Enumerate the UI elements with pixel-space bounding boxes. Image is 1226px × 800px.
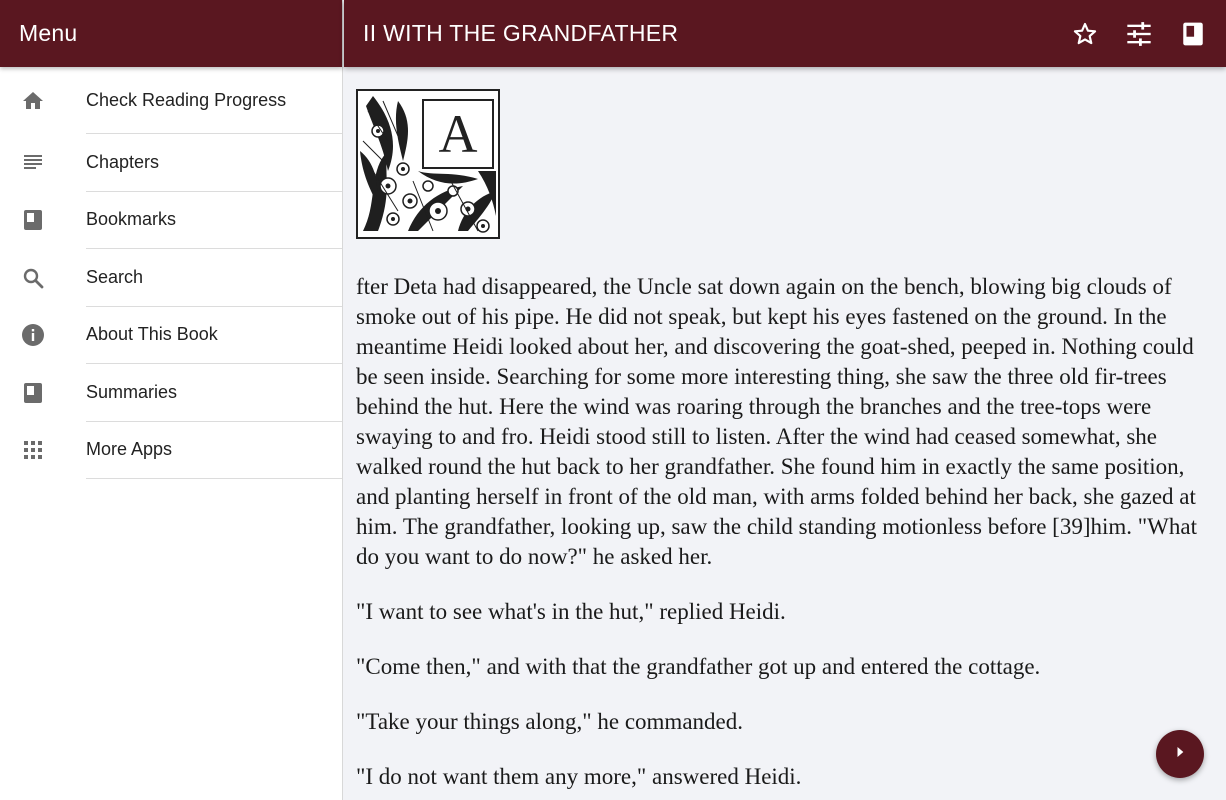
navigation-drawer: Menu Check Reading Progress Chapters Boo…	[0, 0, 343, 800]
tune-icon[interactable]	[1124, 19, 1154, 49]
home-icon	[20, 88, 46, 114]
paragraph: "Come then," and with that the grandfath…	[356, 654, 1041, 679]
app-bar-actions	[1070, 0, 1208, 67]
menu-item-label: Summaries	[86, 364, 342, 422]
drawer-header: Menu	[0, 0, 342, 67]
menu-item-bookmarks[interactable]: Bookmarks	[0, 192, 342, 249]
drop-cap-letter-box: A	[422, 99, 494, 169]
star-icon[interactable]	[1070, 19, 1100, 49]
book-icon	[20, 380, 46, 406]
paragraph: "I want to see what's in the hut," repli…	[356, 599, 786, 624]
menu-item-label: Chapters	[86, 134, 342, 192]
book-icon	[20, 207, 46, 233]
drawer-title: Menu	[19, 20, 78, 46]
drawer-menu: Check Reading Progress Chapters Bookmark…	[0, 67, 342, 479]
next-page-button[interactable]	[1156, 730, 1204, 778]
search-icon	[20, 265, 46, 291]
drop-cap-letter: A	[438, 104, 478, 164]
menu-item-search[interactable]: Search	[0, 249, 342, 307]
reader-content: A fter Deta had disappeared, the Uncle s…	[344, 67, 1226, 800]
menu-item-summaries[interactable]: Summaries	[0, 364, 342, 422]
apps-grid-icon	[20, 437, 46, 463]
menu-item-label: Search	[86, 249, 342, 307]
chevron-right-icon	[1170, 742, 1190, 767]
paragraph: "I do not want them any more," answered …	[356, 764, 802, 789]
paragraph: fter Deta had disappeared, the Uncle sat…	[356, 274, 1197, 569]
menu-item-label: Bookmarks	[86, 192, 342, 249]
menu-item-more-apps[interactable]: More Apps	[0, 422, 342, 479]
book-icon[interactable]	[1178, 19, 1208, 49]
menu-item-label: About This Book	[86, 307, 342, 364]
menu-item-check-reading-progress[interactable]: Check Reading Progress	[0, 67, 342, 134]
menu-item-label: More Apps	[86, 422, 342, 479]
drop-cap-illustration: A	[356, 89, 500, 239]
menu-item-chapters[interactable]: Chapters	[0, 134, 342, 192]
menu-item-about-this-book[interactable]: About This Book	[0, 307, 342, 364]
paragraph: "Take your things along," he commanded.	[356, 709, 743, 734]
app-bar: II WITH THE GRANDFATHER	[344, 0, 1226, 67]
chapter-title: II WITH THE GRANDFATHER	[363, 20, 679, 46]
info-icon	[20, 322, 46, 348]
menu-item-label: Check Reading Progress	[86, 67, 342, 134]
list-icon	[20, 150, 46, 176]
